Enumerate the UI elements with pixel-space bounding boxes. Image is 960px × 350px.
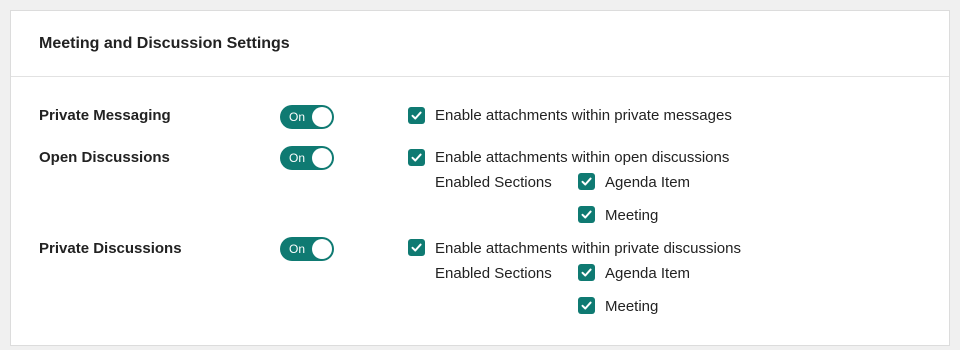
open-discussions-attachments-label: Enable attachments within open discussio… — [435, 149, 730, 166]
open-discussions-sections-label: Enabled Sections — [435, 174, 552, 191]
toggle-knob — [312, 148, 332, 168]
private-discussions-sections-label: Enabled Sections — [435, 265, 552, 282]
checkmark-icon — [581, 301, 592, 310]
private-discussions-attachments-checkbox[interactable] — [408, 239, 425, 256]
private-discussions-label: Private Discussions — [39, 240, 182, 257]
private-discussions-toggle[interactable]: On — [280, 237, 334, 261]
checkmark-icon — [581, 268, 592, 277]
private-discussions-meeting-checkbox[interactable] — [578, 297, 595, 314]
private-discussions-attachments-label: Enable attachments within private discus… — [435, 240, 741, 257]
private-messaging-toggle[interactable]: On — [280, 105, 334, 129]
open-discussions-label: Open Discussions — [39, 149, 170, 166]
toggle-knob — [312, 239, 332, 259]
settings-card: Meeting and Discussion Settings Private … — [10, 10, 950, 346]
checkmark-icon — [581, 177, 592, 186]
private-discussions-agenda-item-checkbox[interactable] — [578, 264, 595, 281]
checkmark-icon — [411, 153, 422, 162]
private-messaging-attachments-checkbox[interactable] — [408, 107, 425, 124]
private-messaging-label: Private Messaging — [39, 107, 171, 124]
private-discussions-agenda-item-label: Agenda Item — [605, 265, 691, 282]
open-discussions-meeting-checkbox[interactable] — [578, 206, 595, 223]
private-discussions-meeting-label: Meeting — [605, 298, 659, 315]
open-discussions-agenda-item-checkbox[interactable] — [578, 173, 595, 190]
open-discussions-agenda-item-label: Agenda Item — [605, 174, 691, 191]
toggle-state-text: On — [289, 242, 306, 256]
open-discussions-toggle[interactable]: On — [280, 146, 334, 170]
checkmark-icon — [411, 111, 422, 120]
page-title: Meeting and Discussion Settings — [39, 35, 290, 52]
checkmark-icon — [411, 243, 422, 252]
open-discussions-attachments-checkbox[interactable] — [408, 149, 425, 166]
toggle-state-text: On — [289, 151, 306, 165]
checkmark-icon — [581, 210, 592, 219]
toggle-state-text: On — [289, 110, 306, 124]
card-header: Meeting and Discussion Settings — [11, 11, 949, 77]
private-messaging-attachments-label: Enable attachments within private messag… — [435, 107, 732, 124]
open-discussions-meeting-label: Meeting — [605, 207, 659, 224]
toggle-knob — [312, 107, 332, 127]
